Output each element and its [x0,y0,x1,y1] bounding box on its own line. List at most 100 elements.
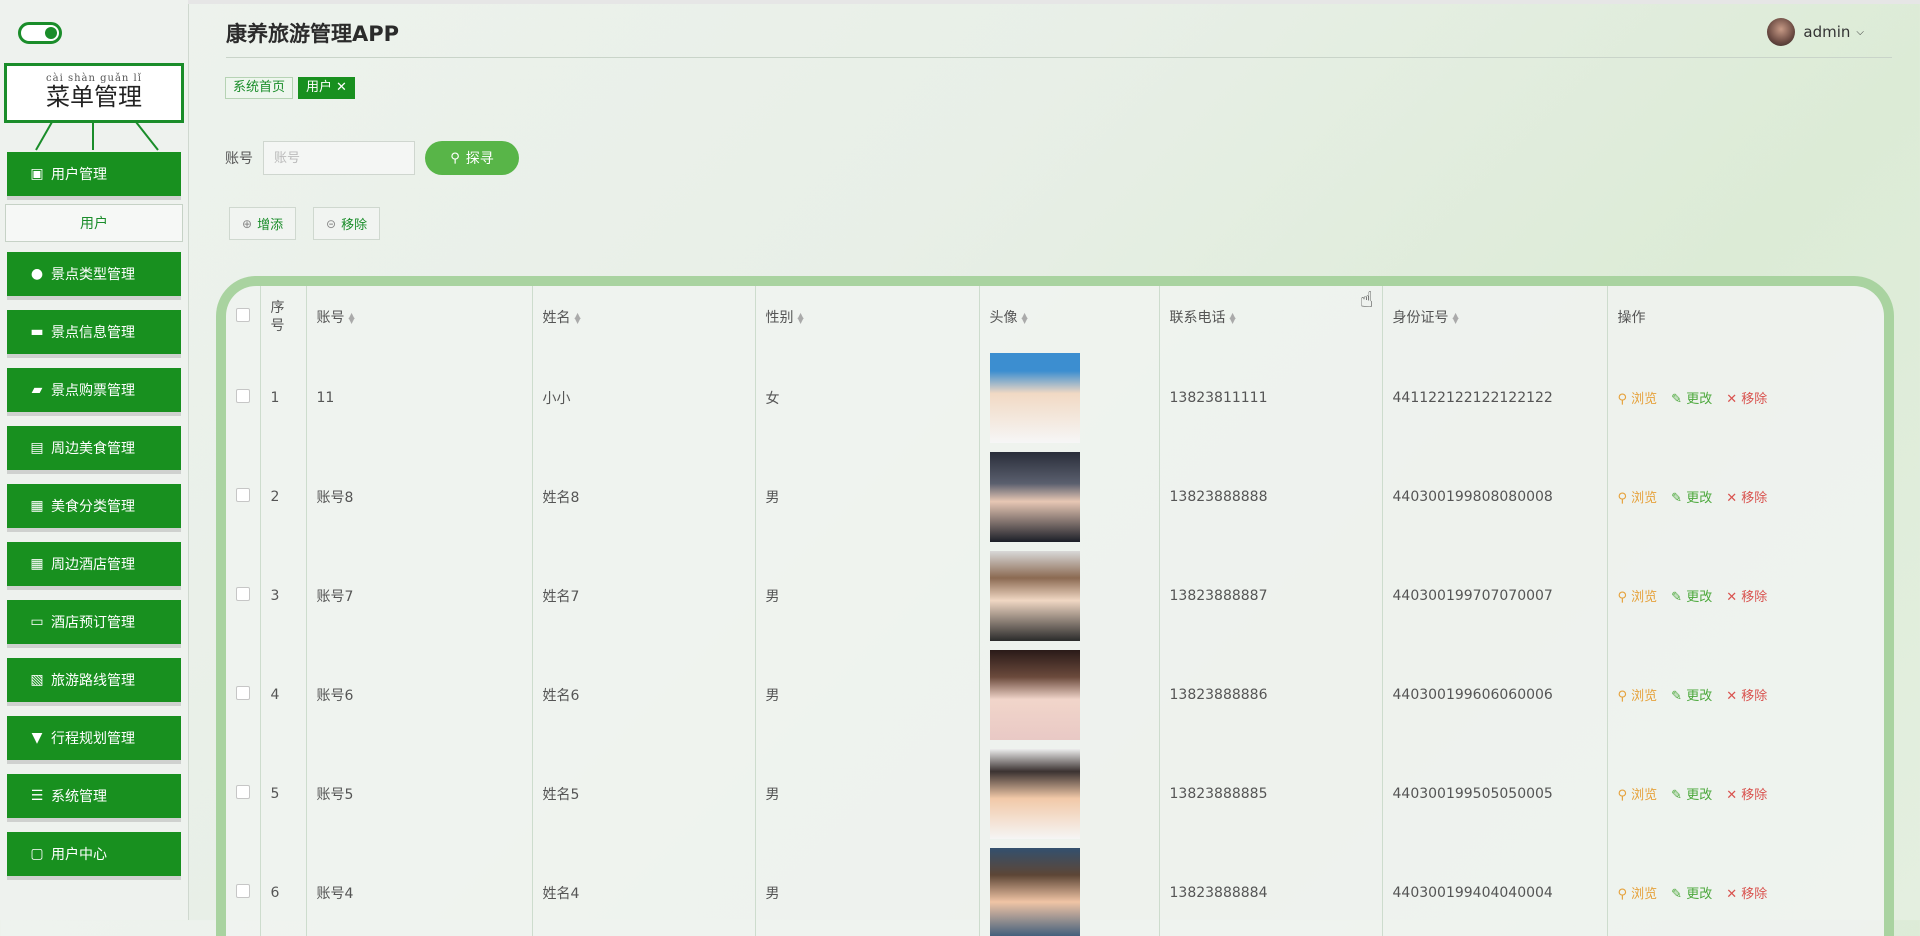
delete-button[interactable]: ✕ 移除 [1726,388,1767,407]
cell-name: 小小 [532,348,755,447]
avatar-photo[interactable] [990,650,1080,740]
cell-no: 4 [260,645,306,744]
account-search-input[interactable] [263,141,415,175]
sidebar-item-10[interactable]: ▼行程规划管理 [7,716,181,760]
delete-button-label: 移除 [1741,788,1767,803]
printer-icon: ▦ [29,498,45,514]
delete-button-label: 移除 [1741,887,1767,902]
view-button[interactable]: ⚲ 浏览 [1618,883,1658,902]
delete-button[interactable]: ✕ 移除 [1726,487,1767,506]
sort-icon: ▲▼ [1230,313,1236,323]
avatar-photo[interactable] [990,551,1080,641]
edit-button-label: 更改 [1686,788,1712,803]
tab-home[interactable]: 系统首页 [225,77,293,99]
cell-actions: ⚲ 浏览 ✎ 更改 ✕ 移除 [1607,348,1884,447]
edit-icon: ✎ [1671,590,1686,605]
avatar-photo[interactable] [990,353,1080,443]
view-button[interactable]: ⚲ 浏览 [1618,487,1658,506]
header-account[interactable]: 账号▲▼ [306,286,532,348]
row-checkbox[interactable] [236,389,250,403]
edit-button-label: 更改 [1686,590,1712,605]
header-name[interactable]: 姓名▲▼ [532,286,755,348]
header-phone[interactable]: 联系电话 ▲▼ [1159,286,1382,348]
view-button[interactable]: ⚲ 浏览 [1618,586,1658,605]
sidebar-item-11[interactable]: ☰系统管理 [7,774,181,818]
delete-button[interactable]: ✕ 移除 [1726,784,1767,803]
sort-icon: ▲▼ [1453,313,1459,323]
sidebar-item-9[interactable]: ▧旅游路线管理 [7,658,181,702]
sidebar-item-5[interactable]: ▤周边美食管理 [7,426,181,470]
header-phone-label: 联系电话 [1170,310,1226,326]
search-icon: ⚲ [1618,392,1632,407]
cell-avatar [979,348,1159,447]
avatar-photo[interactable] [990,749,1080,839]
row-checkbox[interactable] [236,488,250,502]
edit-button[interactable]: ✎ 更改 [1671,784,1712,803]
user-menu[interactable]: admin ⌵ [1767,18,1864,46]
close-icon[interactable]: ✕ [336,80,347,95]
avatar-photo[interactable] [990,452,1080,542]
edit-icon: ✎ [1671,788,1686,803]
chevron-down-icon: ⌵ [1856,27,1864,38]
add-button-label: 增添 [257,214,283,233]
sidebar-item-3[interactable]: ▬景点信息管理 [7,310,181,354]
row-checkbox[interactable] [236,785,250,799]
delete-button[interactable]: ✕ 移除 [1726,685,1767,704]
row-select-cell [226,645,260,744]
header-actions: 操作 [1607,286,1884,348]
plus-circle-icon: ⊕ [242,217,252,231]
close-icon: ✕ [1726,590,1741,605]
edit-button[interactable]: ✎ 更改 [1671,487,1712,506]
sliders-icon: ☰ [29,788,45,804]
sort-icon: ▲▼ [798,313,804,323]
edit-button[interactable]: ✎ 更改 [1671,883,1712,902]
sidebar-item-8[interactable]: ▭酒店预订管理 [7,600,181,644]
search-button[interactable]: ⚲ 探寻 [425,141,519,175]
sidebar-item-12[interactable]: ▢用户中心 [7,832,181,876]
sidebar-item-1[interactable]: 用户 [5,204,183,242]
select-all-checkbox[interactable] [236,308,250,322]
sidebar-item-4[interactable]: ▰景点购票管理 [7,368,181,412]
header-avatar[interactable]: 头像▲▼ [979,286,1159,348]
clipboard-list-icon: ▤ [29,440,45,456]
view-button[interactable]: ⚲ 浏览 [1618,685,1658,704]
header-id-card[interactable]: 身份证号▲▼ [1382,286,1607,348]
row-checkbox[interactable] [236,884,250,898]
edit-icon: ✎ [1671,392,1686,407]
edit-button[interactable]: ✎ 更改 [1671,586,1712,605]
monitor-icon: ▭ [29,614,45,630]
add-button[interactable]: ⊕ 增添 [229,207,296,240]
edit-button[interactable]: ✎ 更改 [1671,388,1712,407]
sidebar-item-7[interactable]: ▦周边酒店管理 [7,542,181,586]
remove-button[interactable]: ⊝ 移除 [313,207,380,240]
row-checkbox[interactable] [236,587,250,601]
view-button-label: 浏览 [1631,590,1657,605]
header-gender[interactable]: 性别▲▼ [755,286,979,348]
sidebar-item-2[interactable]: ● 景点类型管理 [7,252,181,296]
delete-button[interactable]: ✕ 移除 [1726,586,1767,605]
sidebar-item-0[interactable]: ▣用户管理 [7,152,181,196]
view-button[interactable]: ⚲ 浏览 [1618,388,1658,407]
view-button[interactable]: ⚲ 浏览 [1618,784,1658,803]
cell-no: 2 [260,447,306,546]
cell-phone: 13823888885 [1159,744,1382,843]
delete-button[interactable]: ✕ 移除 [1726,883,1767,902]
wallet-icon: ▢ [29,846,45,862]
sidebar-item-6[interactable]: ▦美食分类管理 [7,484,181,528]
user-table: 序号 账号▲▼ 姓名▲▼ 性别▲▼ 头像▲▼ 联系电话▲▼ 身份证号▲▼ 操作 … [226,286,1884,936]
delete-button-label: 移除 [1741,689,1767,704]
row-checkbox[interactable] [236,686,250,700]
sidebar-item-label: 景点类型管理 [51,264,135,284]
person-icon: ● [29,266,45,282]
close-icon: ✕ [1726,392,1741,407]
cell-phone: 13823888888 [1159,447,1382,546]
app-title: 康养旅游管理APP [226,18,399,48]
sidebar-toggle[interactable] [18,22,62,44]
avatar-photo[interactable] [990,848,1080,936]
sidebar-item-label: 用户 [80,213,108,233]
sort-icon: ▲▼ [575,313,581,323]
edit-button[interactable]: ✎ 更改 [1671,685,1712,704]
cell-account: 账号8 [306,447,532,546]
search-icon: ⚲ [1618,788,1632,803]
tab-user[interactable]: 用户✕ [298,77,355,99]
